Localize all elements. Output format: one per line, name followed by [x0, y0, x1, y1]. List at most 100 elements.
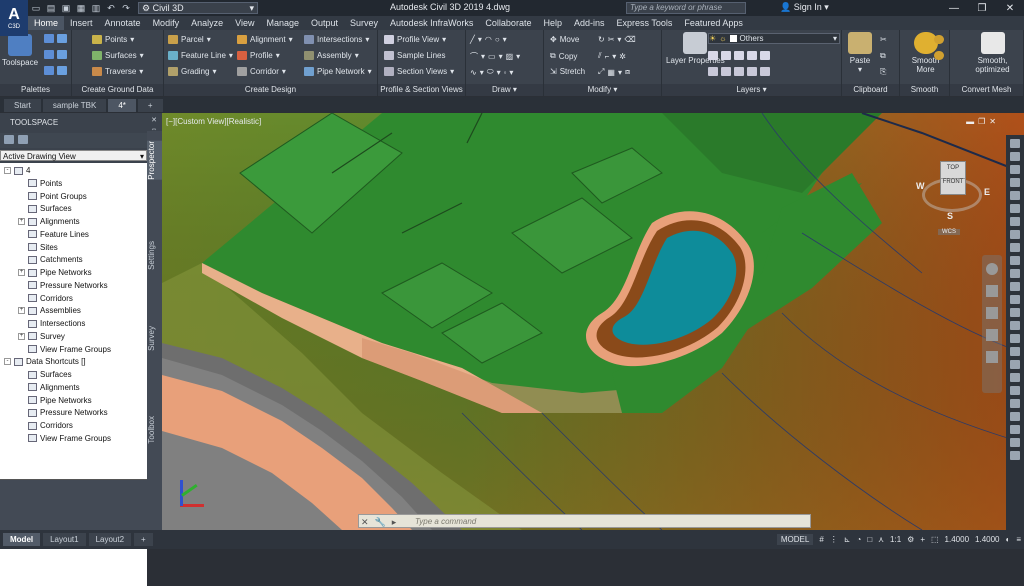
spline-icon[interactable]: ∿ [470, 68, 477, 77]
compass-west[interactable]: W [916, 181, 925, 191]
toolbar-icon[interactable] [18, 135, 28, 144]
command-line[interactable]: ✕ 🔧 ▸ Type a command [358, 514, 811, 528]
tool-icon[interactable] [1010, 360, 1020, 369]
tree-item[interactable]: Points [18, 179, 62, 188]
snap-icon[interactable]: ⋮ [830, 535, 838, 544]
tool-icon[interactable] [1010, 425, 1020, 434]
toolbar-icon[interactable] [4, 135, 14, 144]
fillet-icon[interactable]: ⌐ [605, 52, 610, 61]
tab-autodesk-infraworks[interactable]: Autodesk InfraWorks [384, 16, 479, 30]
smooth-optimized-button[interactable]: Smooth, optimized [962, 32, 1023, 74]
tool-icon[interactable] [1010, 399, 1020, 408]
line-icon[interactable]: ╱ [470, 35, 475, 44]
pan-icon[interactable] [986, 285, 998, 297]
tool-icon[interactable] [1010, 282, 1020, 291]
tool-icon[interactable] [1010, 438, 1020, 447]
file-tab[interactable]: 4* [108, 99, 136, 112]
minimize-button[interactable]: — [940, 0, 968, 16]
tab-express-tools[interactable]: Express Tools [610, 16, 678, 30]
add-icon[interactable]: + [920, 535, 925, 544]
tool-icon[interactable] [1010, 412, 1020, 421]
array-icon[interactable]: ▦ [607, 68, 615, 77]
tree-item[interactable]: Sites [18, 243, 58, 252]
polar-icon[interactable]: ◔ [856, 535, 861, 544]
tool-icon[interactable] [1010, 269, 1020, 278]
assembly-button[interactable]: Assembly ▾ [304, 51, 359, 60]
cmd-close-icon[interactable]: ✕ [361, 515, 369, 527]
alignment-button[interactable]: Alignment ▾ [237, 35, 293, 44]
tab-analyze[interactable]: Analyze [185, 16, 229, 30]
tree-item[interactable]: - Data Shortcuts [] [4, 357, 86, 366]
customize-icon[interactable]: ≡ [1016, 535, 1021, 544]
tool-icon[interactable] [1010, 256, 1020, 265]
parcel-button[interactable]: Parcel ▾ [168, 35, 211, 44]
layout-tab-model[interactable]: Model [3, 533, 41, 546]
tool-icon[interactable] [1010, 373, 1020, 382]
new-icon[interactable]: ▭ [30, 3, 42, 14]
traverse-button[interactable]: Traverse ▾ [92, 67, 143, 76]
trim-icon[interactable]: ✂ [608, 35, 615, 44]
tree-item[interactable]: + Pipe Networks [18, 268, 92, 277]
tree-item[interactable]: View Frame Groups [18, 345, 111, 354]
viewcube[interactable]: TOP FRONT W E S WCS [912, 153, 992, 235]
tree-item[interactable]: Alignments [18, 383, 80, 392]
osnap-icon[interactable]: □ [867, 535, 872, 544]
tree-item[interactable]: Pipe Networks [18, 396, 92, 405]
viewport-close-icon[interactable]: ✕ [989, 117, 996, 126]
tree-item[interactable]: Intersections [18, 319, 85, 328]
grading-button[interactable]: Grading ▾ [168, 67, 216, 76]
tab-collaborate[interactable]: Collaborate [479, 16, 537, 30]
tree-item[interactable]: Point Groups [18, 192, 87, 201]
tool-icon[interactable] [1010, 139, 1020, 148]
pipe-network-button[interactable]: Pipe Network ▾ [304, 67, 372, 76]
expand-toggle[interactable]: + [18, 307, 25, 315]
cmd-history-icon[interactable]: ▸ [392, 515, 397, 527]
offset-icon[interactable]: ⧈ [625, 67, 630, 77]
expand-toggle[interactable]: - [4, 358, 11, 366]
tool-icon[interactable] [1010, 178, 1020, 187]
tree-item[interactable]: + Assemblies [18, 306, 81, 315]
save-icon[interactable]: ▣ [60, 3, 72, 14]
scale-icon[interactable]: ⤢ [598, 67, 604, 77]
polyline-icon[interactable]: ◠ [485, 35, 492, 44]
tree-item[interactable]: -4 [4, 166, 30, 175]
points-button[interactable]: Points ▾ [92, 35, 134, 44]
close-button[interactable]: ✕ [996, 0, 1024, 16]
orbit-icon[interactable] [986, 329, 998, 341]
tree-item[interactable]: Catchments [18, 255, 83, 264]
circle-icon[interactable]: ○ [495, 35, 500, 44]
vtab-toolbox[interactable]: Toolbox [147, 416, 162, 444]
tool-icon[interactable] [1010, 191, 1020, 200]
model-space-toggle[interactable]: MODEL [776, 534, 814, 545]
tree-item[interactable]: Pressure Networks [18, 281, 108, 290]
cut-icon[interactable]: ✂ [880, 35, 887, 44]
refine-icon[interactable] [934, 51, 944, 60]
open-icon[interactable]: ▤ [45, 3, 57, 14]
workspace-gear-icon[interactable]: ⚙ [907, 535, 914, 544]
corridor-button[interactable]: Corridor ▾ [237, 67, 286, 76]
sample-lines-button[interactable]: Sample Lines [384, 51, 445, 60]
tab-insert[interactable]: Insert [64, 16, 99, 30]
tab-annotate[interactable]: Annotate [99, 16, 147, 30]
mirror-icon[interactable]: ⫽ [598, 51, 602, 61]
tool-icon[interactable] [1010, 334, 1020, 343]
tab-manage[interactable]: Manage [260, 16, 305, 30]
sign-in-button[interactable]: 👤 Sign In ▾ [780, 2, 829, 13]
plot-icon[interactable]: ▥ [90, 3, 102, 14]
viewport-minimize-icon[interactable]: ▬ [966, 117, 974, 126]
scale-value-1[interactable]: 1.4000 [945, 535, 969, 544]
expand-toggle[interactable]: + [18, 269, 25, 276]
tree-item[interactable]: Surfaces [18, 204, 72, 213]
erase-icon[interactable]: ⌫ [624, 35, 635, 44]
stretch-button[interactable]: ⇲ Stretch [550, 67, 585, 76]
zoom-icon[interactable] [986, 307, 998, 319]
vtab-prospector[interactable]: Prospector [147, 141, 162, 180]
tool-icon[interactable] [1010, 217, 1020, 226]
steering-wheel-icon[interactable] [986, 263, 998, 275]
tool-icon[interactable] [1010, 308, 1020, 317]
viewport-controls-label[interactable]: [−][Custom View][Realistic] [166, 117, 261, 126]
close-icon[interactable]: ✕ [149, 116, 159, 124]
viewport-restore-icon[interactable]: ❐ [978, 117, 985, 126]
copy-button[interactable]: ⧉ Copy [550, 51, 577, 61]
drawing-viewport[interactable]: [−][Custom View][Realistic] TOP FRONT W … [162, 113, 1024, 530]
